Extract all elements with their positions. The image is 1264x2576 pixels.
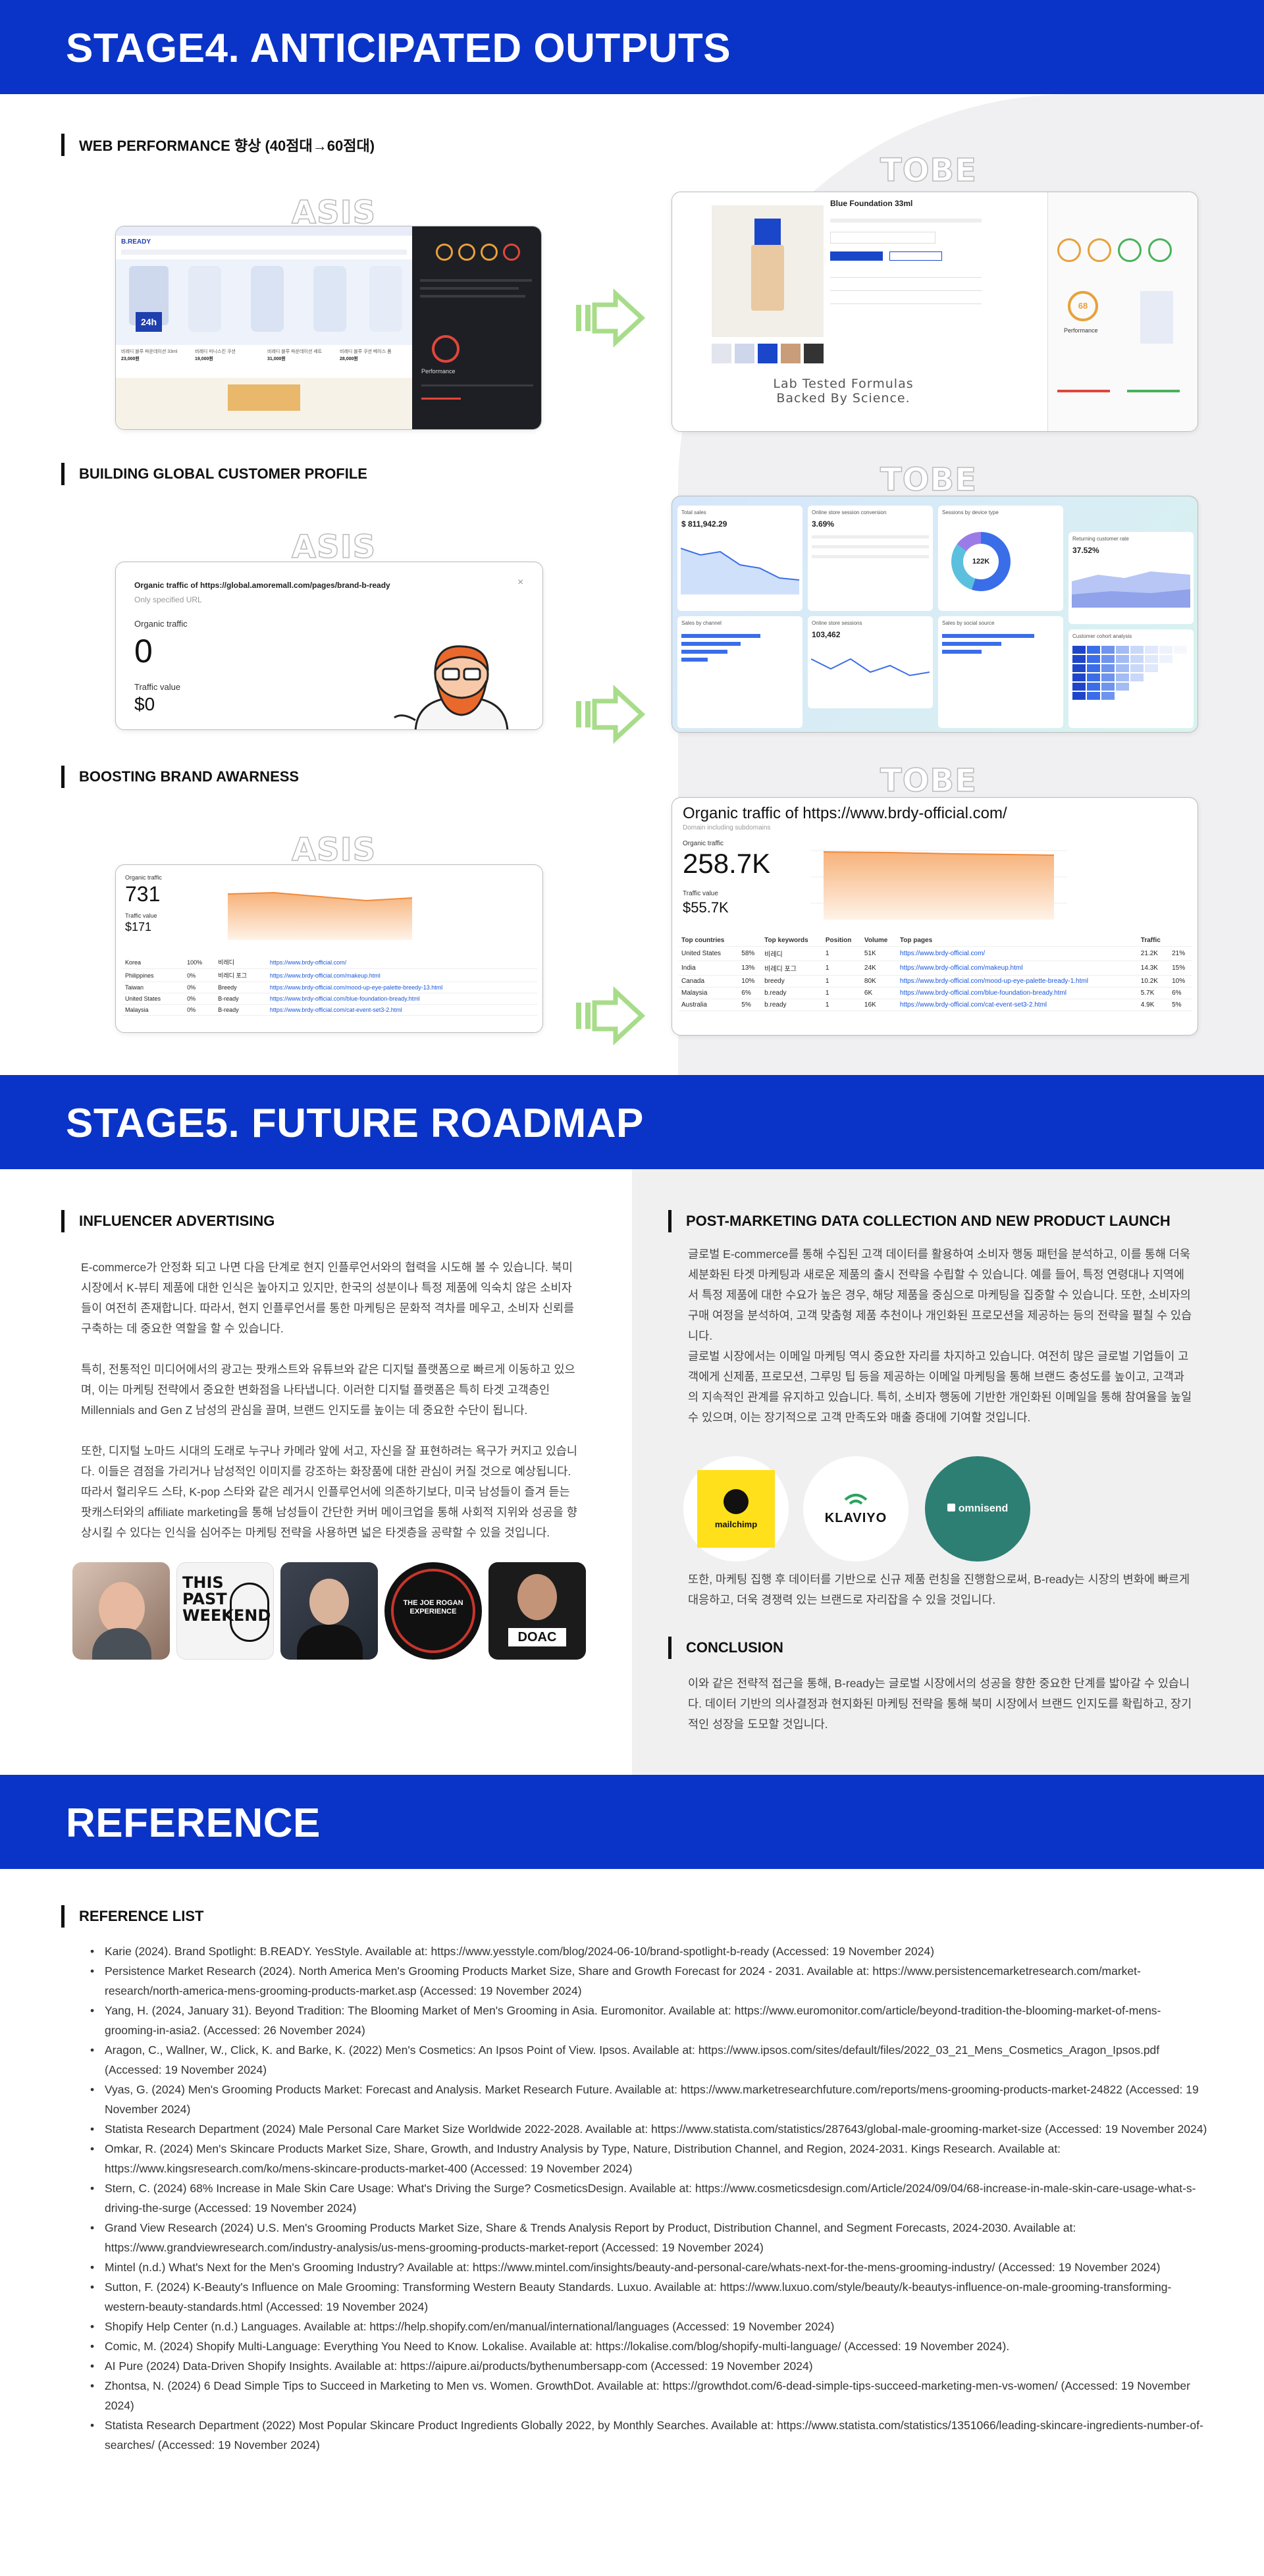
table-row: Canada 10% breedy 1 80K https://www.brdy-offi…	[679, 975, 1192, 987]
card-title: Organic traffic of https://www.brdy-offi…	[683, 804, 1007, 822]
table-row: United States 58% 비레디 1 51K https://www.brdy-…	[679, 946, 1192, 961]
list-item: Yang, H. (2024, January 31). Beyond Trad…	[89, 2001, 1208, 2040]
reference-title: REFERENCE	[66, 1801, 321, 1846]
list-item: Stern, C. (2024) 68% Increase in Male Sk…	[89, 2178, 1208, 2218]
influencer-paragraph-3: 또한, 디지털 노마드 시대의 도래로 누구나 카메라 앞에 서고, 자신을 잘…	[81, 1444, 577, 1539]
card-title: Organic traffic of https://global.amorem…	[134, 581, 390, 590]
table-row: Malaysia 6% b.ready 1 6K https://www.brdy-off…	[679, 987, 1192, 999]
stage5-header: STAGE5. FUTURE ROADMAP	[0, 1075, 1264, 1169]
table-row: India 13% 비레디 포그 1 24K https://www.brdy-offic…	[679, 960, 1192, 976]
list-item: Karie (2024). Brand Spotlight: B.READY. …	[89, 1941, 1208, 1961]
tobe-label: TOBE	[880, 762, 977, 800]
tobe-lighthouse-panel: 68 Performance	[1047, 192, 1198, 431]
tobe-webpage-screenshot: Blue Foundation 33ml Lab Tested Formulas…	[672, 192, 1198, 432]
organic-traffic-value: 731	[125, 882, 161, 906]
list-item: Comic, M. (2024) Shopify Multi-Language:…	[89, 2336, 1208, 2356]
asis-label: ASIS	[291, 528, 377, 566]
post-paragraph-1: 글로벌 E-commerce를 통해 수집된 고객 데이터를 활용하여 소비자 …	[688, 1248, 1192, 1342]
traffic-value: $0	[134, 694, 155, 714]
tobe-traffic-table: Top countries Top keywords Position Volume T…	[679, 935, 1192, 1011]
arrow-right-icon	[576, 986, 646, 1045]
table-row: Australia 5% b.ready 1 16K https://www.brdy-o…	[679, 999, 1192, 1011]
section-title-post-marketing: POST-MARKETING DATA COLLECTION AND NEW P…	[668, 1210, 1171, 1232]
performance-score: 68	[1068, 291, 1098, 321]
omnisend-logo: omnisend	[925, 1456, 1030, 1562]
section-title-web-performance: WEB PERFORMANCE 향상 (40점대→60점대)	[61, 134, 375, 156]
list-item: Shopify Help Center (n.d.) Languages. Av…	[89, 2317, 1208, 2336]
list-item: AI Pure (2024) Data-Driven Shopify Insig…	[89, 2356, 1208, 2376]
table-row: Philippines 0% 비레디 포그 https://www.brdy-offi…	[122, 968, 537, 982]
list-item: Mintel (n.d.) What's Next for the Men's …	[89, 2257, 1208, 2277]
list-item: Omkar, R. (2024) Men's Skincare Products…	[89, 2139, 1208, 2178]
person-3-avatar	[280, 1562, 378, 1660]
list-item: Vyas, G. (2024) Men's Grooming Products …	[89, 2080, 1208, 2119]
list-item: Statista Research Department (2022) Most…	[89, 2415, 1208, 2455]
organic-traffic-value: 0	[134, 633, 153, 670]
section-title-conclusion: CONCLUSION	[668, 1637, 783, 1659]
section-title-reference-list: REFERENCE LIST	[61, 1905, 203, 1928]
tagline: Lab Tested Formulas Backed By Science.	[773, 377, 914, 406]
post-paragraph-2: 글로벌 시장에서는 이메일 마케팅 역시 중요한 자리를 차지하고 있습니다. …	[688, 1350, 1192, 1424]
the-joe-rogan-experience-avatar: THE JOE ROGAN EXPERIENCE	[384, 1562, 482, 1660]
list-item: Persistence Market Research (2024). Nort…	[89, 1961, 1208, 2001]
badge-24h: 24h	[136, 312, 162, 332]
tobe-brand-traffic-card: Organic traffic of https://www.brdy-offi…	[672, 797, 1198, 1036]
doac-avatar: DOAC	[488, 1562, 586, 1660]
list-item: Zhontsa, N. (2024) 6 Dead Simple Tips to…	[89, 2376, 1208, 2415]
mascot-illustration	[394, 645, 509, 729]
organic-traffic-value: 258.7K	[683, 848, 771, 879]
person-1-avatar	[72, 1562, 170, 1660]
table-row: Malaysia 0% B-ready https://www.brdy-offici…	[122, 1004, 537, 1016]
table-row: Taiwan 0% Breedy https://www.brdy-official.…	[122, 982, 537, 993]
section-title-customer-profile: BUILDING GLOBAL CUSTOMER PROFILE	[61, 463, 367, 485]
list-item: Sutton, F. (2024) K-Beauty's Influence o…	[89, 2277, 1208, 2317]
asis-brand-traffic-card: Organic traffic 731 Traffic value $171 K…	[115, 864, 543, 1033]
lighthouse-panel: Performance	[412, 226, 541, 429]
asis-organic-traffic-card: Organic traffic of https://global.amorem…	[115, 562, 543, 730]
list-item: Aragon, C., Wallner, W., Click, K. and B…	[89, 2040, 1208, 2080]
tobe-label: TOBE	[880, 461, 977, 499]
influencer-paragraph-1: E-commerce가 안정화 되고 나면 다음 단계로 현지 인플루언서와의 …	[81, 1261, 575, 1335]
arrow-right-icon	[576, 685, 646, 744]
tobe-analytics-dashboard: Total sales $ 811,942.29 Online store se…	[672, 496, 1198, 733]
influencer-paragraph-2: 특히, 전통적인 미디어에서의 광고는 팟캐스트와 유튜브와 같은 디지털 플랫…	[81, 1363, 575, 1417]
close-icon[interactable]: ×	[517, 577, 523, 589]
asis-webpage-screenshot: B.READY 24h 비레디 블루 파운데이션 33ml 23,000원 비레…	[115, 226, 542, 430]
klaviyo-logo: KLAVIYO	[803, 1456, 908, 1562]
stage5-section: INFLUENCER ADVERTISING E-commerce가 안정화 되…	[0, 1169, 1264, 1775]
traffic-value: $171	[125, 920, 152, 933]
mailchimp-logo: mailchimp	[683, 1456, 789, 1562]
tobe-label: TOBE	[880, 151, 977, 190]
product-title: Blue Foundation 33ml	[830, 199, 913, 208]
traffic-area-chart	[227, 891, 413, 940]
asis-traffic-table: Korea 100% 비레디 https://www.brdy-official.co…	[122, 956, 537, 1016]
reference-section: REFERENCE LIST Karie (2024). Brand Spotl…	[0, 1869, 1264, 2557]
asis-label: ASIS	[291, 831, 377, 869]
stage5-title: STAGE5. FUTURE ROADMAP	[66, 1101, 644, 1146]
table-row: Korea 100% 비레디 https://www.brdy-official.co…	[122, 956, 537, 969]
stage4-section: WEB PERFORMANCE 향상 (40점대→60점대) ASIS TOBE…	[0, 94, 1264, 1075]
reference-header: REFERENCE	[0, 1775, 1264, 1869]
post-paragraph-3: 또한, 마케팅 집행 후 데이터를 기반으로 신규 제품 런칭을 진행함으로써,…	[688, 1573, 1190, 1606]
conclusion-paragraph: 이와 같은 전략적 접근을 통해, B-ready는 글로벌 시장에서의 성공을…	[688, 1677, 1192, 1731]
reference-list: Karie (2024). Brand Spotlight: B.READY. …	[89, 1941, 1208, 2455]
list-item: Grand View Research (2024) U.S. Men's Gr…	[89, 2218, 1208, 2257]
traffic-value: $55.7K	[683, 899, 729, 916]
arrow-right-icon	[576, 288, 646, 348]
section-title-influencer: INFLUENCER ADVERTISING	[61, 1210, 275, 1232]
table-row: United States 0% B-ready https://www.brdy-o…	[122, 993, 537, 1005]
traffic-area-chart	[810, 850, 1067, 920]
stage4-title: STAGE4. ANTICIPATED OUTPUTS	[66, 26, 731, 71]
this-past-weekend-avatar: THIS PAST WEEKEND	[176, 1562, 274, 1660]
list-item: Statista Research Department (2024) Male…	[89, 2119, 1208, 2139]
stage4-header: STAGE4. ANTICIPATED OUTPUTS	[0, 0, 1264, 94]
brand-logo: B.READY	[121, 238, 151, 246]
section-title-brand-awareness: BOOSTING BRAND AWARNESS	[61, 766, 299, 788]
wifi-icon	[844, 1494, 868, 1505]
